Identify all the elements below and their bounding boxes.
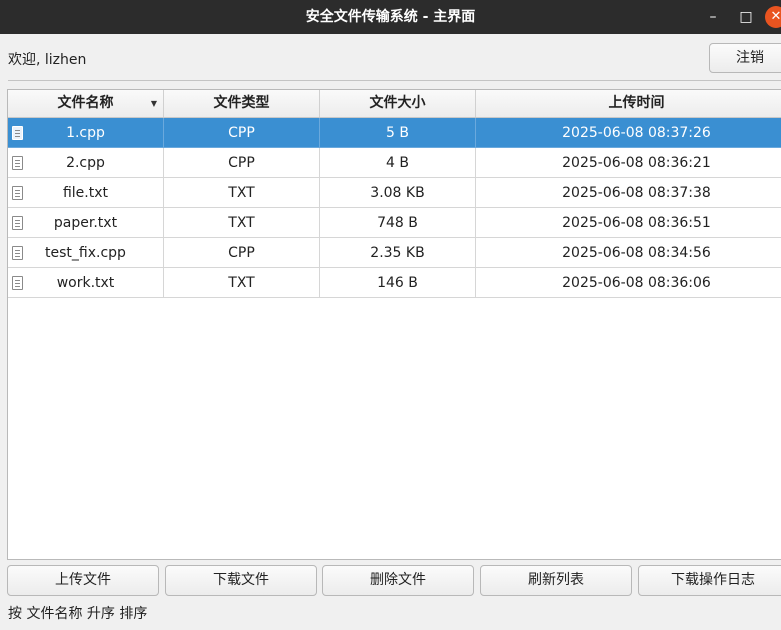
table-body: 1.cpp CPP 5 B 2025-06-08 08:37:26 2.cpp …	[8, 118, 781, 298]
table-row[interactable]: work.txt TXT 146 B 2025-06-08 08:36:06	[8, 268, 781, 298]
table-row[interactable]: paper.txt TXT 748 B 2025-06-08 08:36:51	[8, 208, 781, 238]
cell-name[interactable]: test_fix.cpp	[8, 238, 164, 268]
column-header-name[interactable]: 文件名称 ▼	[8, 90, 164, 117]
cell-time[interactable]: 2025-06-08 08:34:56	[476, 238, 781, 268]
cell-type[interactable]: CPP	[164, 238, 320, 268]
cell-type[interactable]: TXT	[164, 208, 320, 238]
cell-size[interactable]: 2.35 KB	[320, 238, 476, 268]
sort-down-icon: ▼	[150, 99, 157, 108]
document-icon	[12, 186, 23, 200]
column-header-time[interactable]: 上传时间	[476, 90, 781, 117]
table-row[interactable]: 2.cpp CPP 4 B 2025-06-08 08:36:21	[8, 148, 781, 178]
cell-type[interactable]: TXT	[164, 268, 320, 298]
file-name: 1.cpp	[66, 125, 105, 141]
cell-size[interactable]: 5 B	[320, 118, 476, 148]
cell-size[interactable]: 748 B	[320, 208, 476, 238]
header-divider	[8, 80, 781, 81]
document-icon	[12, 126, 23, 140]
logout-button[interactable]: 注销	[709, 43, 781, 73]
main-window: 安全文件传输系统 - 主界面 – □ ✕ 欢迎, lizhen 注销 文件名称 …	[0, 0, 781, 630]
table-row[interactable]: 1.cpp CPP 5 B 2025-06-08 08:37:26	[8, 118, 781, 148]
file-name: file.txt	[62, 185, 109, 201]
cell-name[interactable]: 1.cpp	[8, 118, 164, 148]
cell-name[interactable]: file.txt	[8, 178, 164, 208]
cell-size[interactable]: 146 B	[320, 268, 476, 298]
cell-time[interactable]: 2025-06-08 08:37:38	[476, 178, 781, 208]
upload-file-button[interactable]: 上传文件	[7, 565, 159, 596]
welcome-label: 欢迎, lizhen	[8, 52, 87, 68]
file-name: 2.cpp	[66, 155, 105, 171]
cell-size[interactable]: 3.08 KB	[320, 178, 476, 208]
cell-name[interactable]: work.txt	[8, 268, 164, 298]
maximize-icon[interactable]: □	[735, 6, 757, 28]
column-header-type[interactable]: 文件类型	[164, 90, 320, 117]
title-bar[interactable]: 安全文件传输系统 - 主界面 – □ ✕	[0, 0, 781, 34]
minimize-icon[interactable]: –	[702, 6, 724, 28]
delete-file-button[interactable]: 删除文件	[322, 565, 474, 596]
status-bar: 按 文件名称 升序 排序	[8, 606, 148, 622]
file-table[interactable]: 文件名称 ▼ 文件类型 文件大小 上传时间 1.cpp CPP 5 B 2025…	[7, 89, 781, 560]
document-icon	[12, 156, 23, 170]
column-header-label: 文件名称	[57, 95, 114, 111]
window-title: 安全文件传输系统 - 主界面	[305, 9, 476, 25]
cell-time[interactable]: 2025-06-08 08:36:51	[476, 208, 781, 238]
cell-name[interactable]: 2.cpp	[8, 148, 164, 178]
document-icon	[12, 216, 23, 230]
document-icon	[12, 276, 23, 290]
cell-type[interactable]: TXT	[164, 178, 320, 208]
download-file-button[interactable]: 下载文件	[165, 565, 317, 596]
column-header-size[interactable]: 文件大小	[320, 90, 476, 117]
file-name: test_fix.cpp	[45, 245, 126, 261]
cell-name[interactable]: paper.txt	[8, 208, 164, 238]
table-header: 文件名称 ▼ 文件类型 文件大小 上传时间	[8, 90, 781, 118]
document-icon	[12, 246, 23, 260]
file-name: work.txt	[56, 275, 115, 291]
cell-time[interactable]: 2025-06-08 08:36:06	[476, 268, 781, 298]
cell-time[interactable]: 2025-06-08 08:36:21	[476, 148, 781, 178]
cell-type[interactable]: CPP	[164, 118, 320, 148]
table-row[interactable]: test_fix.cpp CPP 2.35 KB 2025-06-08 08:3…	[8, 238, 781, 268]
cell-type[interactable]: CPP	[164, 148, 320, 178]
cell-time[interactable]: 2025-06-08 08:37:26	[476, 118, 781, 148]
download-log-button[interactable]: 下载操作日志	[638, 565, 781, 596]
cell-size[interactable]: 4 B	[320, 148, 476, 178]
close-icon[interactable]: ✕	[765, 6, 781, 28]
file-name: paper.txt	[53, 215, 118, 231]
table-row[interactable]: file.txt TXT 3.08 KB 2025-06-08 08:37:38	[8, 178, 781, 208]
refresh-list-button[interactable]: 刷新列表	[480, 565, 632, 596]
